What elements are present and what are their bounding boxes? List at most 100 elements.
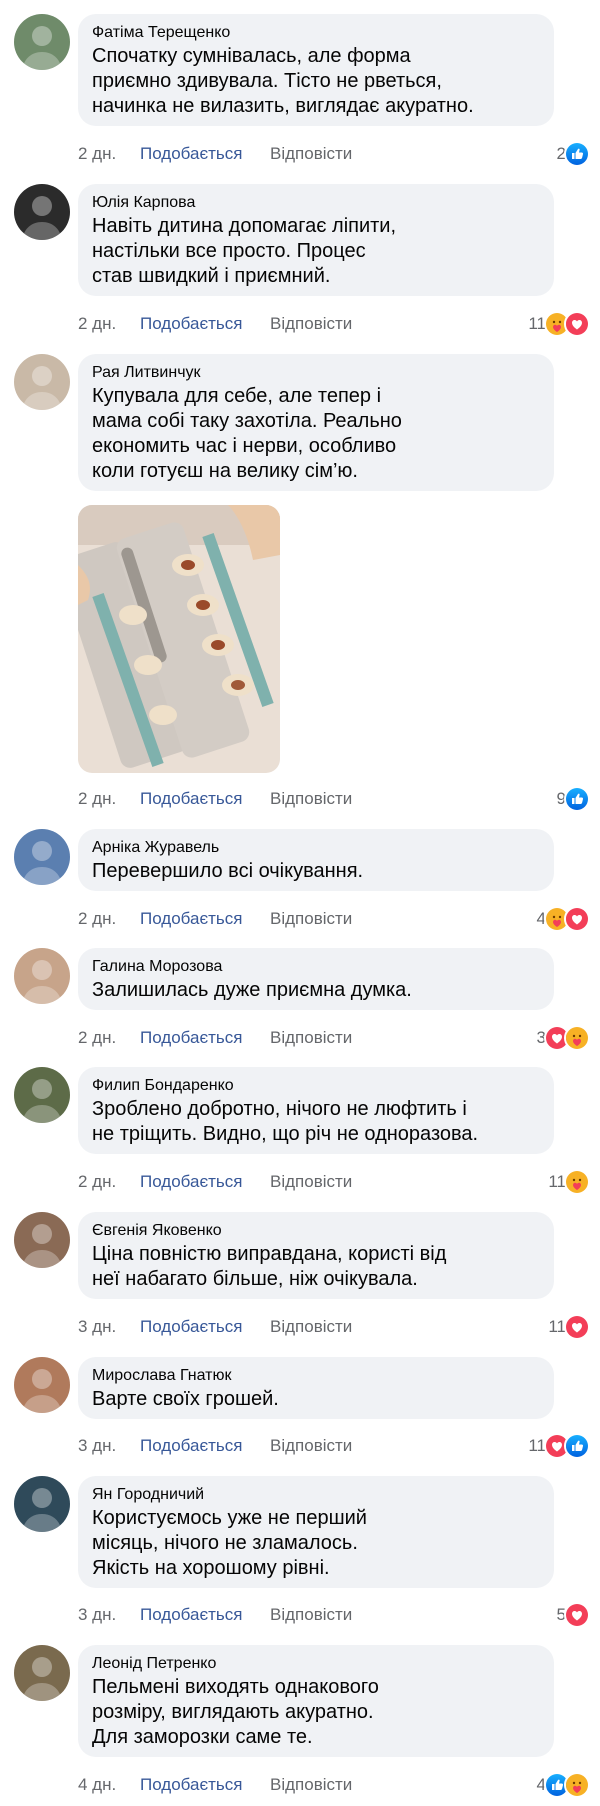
reaction-summary[interactable]: 11 bbox=[548, 1314, 590, 1340]
reaction-summary[interactable]: 4 bbox=[537, 1772, 590, 1798]
comment-actions: 3 дн. Подобається Відповісти 11 bbox=[78, 1433, 590, 1459]
comment-timestamp[interactable]: 3 дн. bbox=[78, 1315, 116, 1339]
comment-bubble: Євгенія Яковенко Ціна повністю виправдана… bbox=[78, 1212, 554, 1299]
commenter-name[interactable]: Арніка Журавель bbox=[92, 837, 540, 859]
comment-bubble: Рая Литвинчук Купувала для себе, але тепе… bbox=[78, 354, 554, 491]
commenter-name[interactable]: Юлія Карпова bbox=[92, 192, 540, 214]
commenter-name[interactable]: Ян Городничий bbox=[92, 1484, 540, 1506]
comment-actions: 3 дн. Подобається Відповісти 11 bbox=[78, 1314, 590, 1340]
comment-timestamp[interactable]: 2 дн. bbox=[78, 1170, 116, 1194]
love-icon bbox=[564, 1602, 590, 1628]
reaction-summary[interactable]: 4 bbox=[537, 906, 590, 932]
commenter-name[interactable]: Рая Литвинчук bbox=[92, 362, 540, 384]
comment-actions: 4 дн. Подобається Відповісти 4 bbox=[78, 1772, 590, 1798]
avatar[interactable] bbox=[14, 354, 70, 410]
reaction-summary[interactable]: 11 bbox=[528, 1433, 590, 1459]
comment-actions: 2 дн. Подобається Відповісти 3 bbox=[78, 1025, 590, 1051]
care-icon bbox=[564, 1025, 590, 1051]
reply-button[interactable]: Відповісти bbox=[270, 1773, 352, 1797]
avatar[interactable] bbox=[14, 1645, 70, 1701]
comment-actions: 2 дн. Подобається Відповісти 11 bbox=[78, 311, 590, 337]
avatar[interactable] bbox=[14, 948, 70, 1004]
reply-button[interactable]: Відповісти bbox=[270, 1026, 352, 1050]
comment-bubble: Арніка Журавель Перевершило всі очікуванн… bbox=[78, 829, 554, 891]
comment-bubble: Мирослава Гнатюк Варте своїх грошей. bbox=[78, 1357, 554, 1419]
like-icon bbox=[564, 1433, 590, 1459]
comment-text: Користуємось уже не перший місяць, нічог… bbox=[92, 1507, 367, 1579]
avatar[interactable] bbox=[14, 1212, 70, 1268]
comment-timestamp[interactable]: 4 дн. bbox=[78, 1773, 116, 1797]
reaction-summary[interactable]: 5 bbox=[557, 1602, 590, 1628]
like-button[interactable]: Подобається bbox=[140, 1434, 243, 1458]
comment-actions: 3 дн. Подобається Відповісти 5 bbox=[78, 1602, 590, 1628]
reply-button[interactable]: Відповісти bbox=[270, 787, 352, 811]
comment-bubble: Филип Бондаренко Зроблено добротно, нічог… bbox=[78, 1067, 554, 1154]
comment-text: Навіть дитина допомагає ліпити, настільк… bbox=[92, 215, 397, 287]
comment-bubble: Ян Городничий Користуємось уже не перший … bbox=[78, 1476, 554, 1588]
like-button[interactable]: Подобається bbox=[140, 907, 243, 931]
avatar[interactable] bbox=[14, 184, 70, 240]
commenter-name[interactable]: Галина Морозова bbox=[92, 956, 540, 978]
comment-text: Спочатку сумнівалась, але форма приємно … bbox=[92, 45, 474, 117]
comment-bubble: Фатіма Терещенко Спочатку сумнівалась, ал… bbox=[78, 14, 554, 126]
reply-button[interactable]: Відповісти bbox=[270, 1315, 352, 1339]
comment-text: Перевершило всі очікування. bbox=[92, 860, 364, 882]
care-icon bbox=[564, 1169, 590, 1195]
commenter-name[interactable]: Леонід Петренко bbox=[92, 1653, 540, 1675]
reaction-summary[interactable]: 11 bbox=[548, 1169, 590, 1195]
like-button[interactable]: Подобається bbox=[140, 1773, 243, 1797]
comment-text: Купувала для себе, але тепер і мама собі… bbox=[92, 385, 402, 482]
comment-text: Залишилась дуже приємна думка. bbox=[92, 979, 412, 1001]
reply-button[interactable]: Відповісти bbox=[270, 1170, 352, 1194]
like-button[interactable]: Подобається bbox=[140, 1603, 243, 1627]
love-icon bbox=[564, 906, 590, 932]
comment-bubble: Юлія Карпова Навіть дитина допомагає ліпи… bbox=[78, 184, 554, 296]
like-button[interactable]: Подобається bbox=[140, 142, 243, 166]
like-button[interactable]: Подобається bbox=[140, 1315, 243, 1339]
comment-text: Зроблено добротно, нічого не люфтить і н… bbox=[92, 1098, 479, 1145]
love-icon bbox=[564, 1314, 590, 1340]
comment-timestamp[interactable]: 2 дн. bbox=[78, 312, 116, 336]
comment-actions: 2 дн. Подобається Відповісти 2 bbox=[78, 141, 590, 167]
reaction-summary[interactable]: 11 bbox=[528, 311, 590, 337]
comment-timestamp[interactable]: 2 дн. bbox=[78, 142, 116, 166]
comment-actions: 2 дн. Подобається Відповісти 4 bbox=[78, 906, 590, 932]
like-icon bbox=[564, 786, 590, 812]
commenter-name[interactable]: Євгенія Яковенко bbox=[92, 1220, 540, 1242]
avatar[interactable] bbox=[14, 1357, 70, 1413]
like-button[interactable]: Подобається bbox=[140, 1170, 243, 1194]
commenter-name[interactable]: Филип Бондаренко bbox=[92, 1075, 540, 1097]
like-button[interactable]: Подобається bbox=[140, 787, 243, 811]
commenter-name[interactable]: Фатіма Терещенко bbox=[92, 22, 540, 44]
comment-timestamp[interactable]: 2 дн. bbox=[78, 787, 116, 811]
reaction-summary[interactable]: 9 bbox=[557, 786, 590, 812]
reply-button[interactable]: Відповісти bbox=[270, 1434, 352, 1458]
comment-text: Пельмені виходять однакового розміру, ви… bbox=[92, 1676, 379, 1748]
love-icon bbox=[564, 311, 590, 337]
comment-text: Ціна повністю виправдана, користі від не… bbox=[92, 1243, 447, 1290]
avatar[interactable] bbox=[14, 1067, 70, 1123]
avatar[interactable] bbox=[14, 1476, 70, 1532]
comment-bubble: Леонід Петренко Пельмені виходять однаков… bbox=[78, 1645, 554, 1757]
comment-timestamp[interactable]: 2 дн. bbox=[78, 907, 116, 931]
like-button[interactable]: Подобається bbox=[140, 1026, 243, 1050]
comment-photo[interactable] bbox=[78, 505, 280, 773]
avatar[interactable] bbox=[14, 829, 70, 885]
reply-button[interactable]: Відповісти bbox=[270, 1603, 352, 1627]
reaction-summary[interactable]: 2 bbox=[557, 141, 590, 167]
like-button[interactable]: Подобається bbox=[140, 312, 243, 336]
avatar[interactable] bbox=[14, 14, 70, 70]
comment-actions: 2 дн. Подобається Відповісти 11 bbox=[78, 1169, 590, 1195]
reply-button[interactable]: Відповісти bbox=[270, 907, 352, 931]
comment-timestamp[interactable]: 2 дн. bbox=[78, 1026, 116, 1050]
reply-button[interactable]: Відповісти bbox=[270, 142, 352, 166]
care-icon bbox=[564, 1772, 590, 1798]
comment-text: Варте своїх грошей. bbox=[92, 1388, 279, 1410]
comment-actions: 2 дн. Подобається Відповісти 9 bbox=[78, 786, 590, 812]
commenter-name[interactable]: Мирослава Гнатюк bbox=[92, 1365, 540, 1387]
reaction-summary[interactable]: 3 bbox=[537, 1025, 590, 1051]
reply-button[interactable]: Відповісти bbox=[270, 312, 352, 336]
like-icon bbox=[564, 141, 590, 167]
comment-timestamp[interactable]: 3 дн. bbox=[78, 1434, 116, 1458]
comment-timestamp[interactable]: 3 дн. bbox=[78, 1603, 116, 1627]
